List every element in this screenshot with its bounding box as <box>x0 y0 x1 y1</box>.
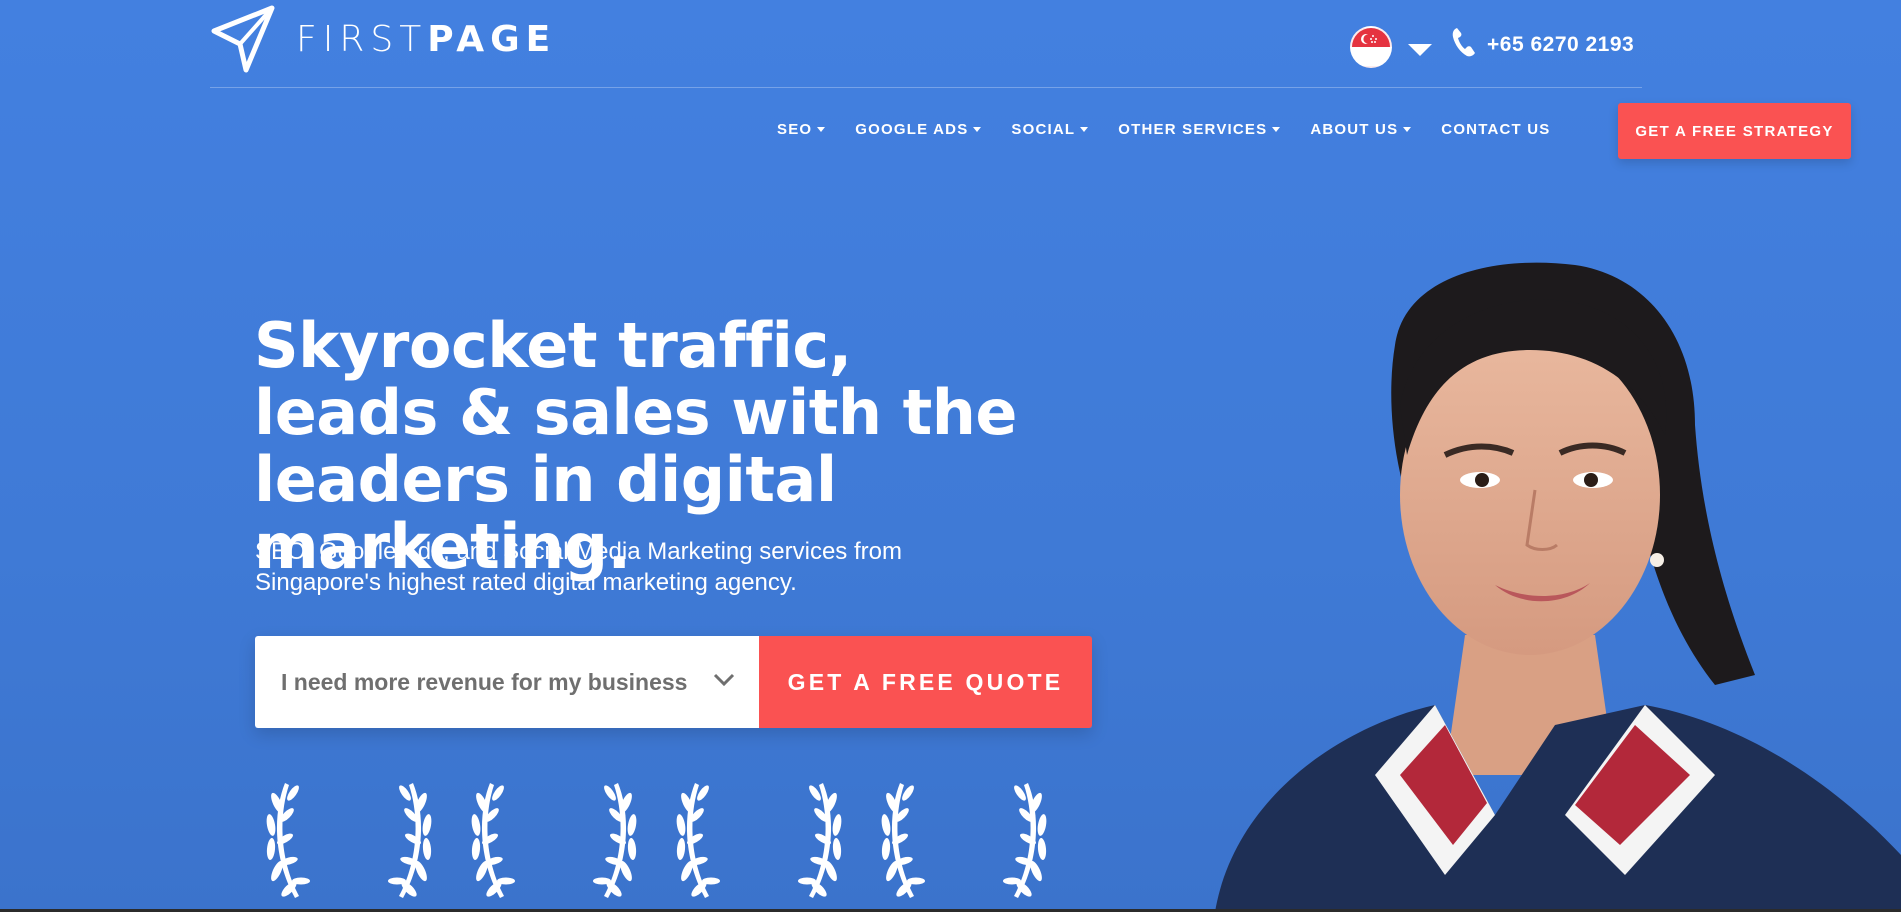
country-selector[interactable] <box>1350 26 1432 68</box>
chevron-down-icon <box>1408 44 1432 56</box>
phone-link[interactable]: +65 6270 2193 <box>1451 26 1634 63</box>
paper-plane-icon <box>210 4 278 74</box>
logo-light-text: FIRST <box>296 18 428 60</box>
laurel-wreath-icon <box>266 783 432 898</box>
nav-item-label: OTHER SERVICES <box>1118 121 1268 138</box>
goal-select[interactable]: I need more revenue for my business <box>255 636 759 728</box>
nav-item-label: CONTACT US <box>1441 121 1551 138</box>
award-badge <box>665 763 853 912</box>
get-free-quote-button[interactable]: GET A FREE QUOTE <box>759 636 1092 728</box>
award-badge <box>460 763 648 912</box>
phone-icon <box>1451 26 1477 63</box>
chevron-down-icon <box>713 673 735 692</box>
nav-item-label: SEO <box>777 121 813 138</box>
caret-down-icon <box>817 127 826 132</box>
hero-subtitle: SEO, Google Ads, and Social Media Market… <box>255 538 902 596</box>
logo-wordmark: FIRSTPAGE <box>296 19 556 60</box>
laurel-wreath-icon <box>676 783 842 898</box>
laurel-wreath-icon <box>471 783 637 898</box>
spokesperson-photo <box>1215 262 1901 912</box>
nav-item-google-ads[interactable]: GOOGLE ADS <box>855 121 982 138</box>
phone-number: +65 6270 2193 <box>1487 32 1635 56</box>
quote-form: I need more revenue for my business GET … <box>255 636 1092 728</box>
award-badge <box>870 763 1058 912</box>
nav-items: SEO GOOGLE ADS SOCIAL OTHER SERVICES ABOUT U… <box>777 121 1581 138</box>
top-bar: FIRSTPAGE +65 6270 2193 SEO GOOGLE ADS SOC… <box>210 0 1851 159</box>
nav-item-social[interactable]: SOCIAL <box>1011 121 1089 138</box>
nav-item-label: SOCIAL <box>1011 121 1076 138</box>
caret-down-icon <box>1080 127 1089 132</box>
main-nav: SEO GOOGLE ADS SOCIAL OTHER SERVICES ABOUT U… <box>210 103 1851 161</box>
nav-item-other-services[interactable]: OTHER SERVICES <box>1118 121 1281 138</box>
laurel-wreath-icon <box>881 783 1047 898</box>
award-badge <box>255 763 443 912</box>
nav-item-seo[interactable]: SEO <box>777 121 826 138</box>
logo-bold-text: PAGE <box>427 18 557 60</box>
nav-item-label: ABOUT US <box>1310 121 1399 138</box>
nav-item-contact-us[interactable]: CONTACT US <box>1441 121 1550 138</box>
get-free-strategy-button[interactable]: GET A FREE STRATEGY <box>1618 103 1851 159</box>
caret-down-icon <box>973 127 982 132</box>
nav-item-label: GOOGLE ADS <box>855 121 969 138</box>
goal-select-value: I need more revenue for my business <box>281 668 688 695</box>
awards-row <box>255 763 1075 912</box>
caret-down-icon <box>1403 127 1412 132</box>
singapore-flag-icon <box>1350 26 1392 68</box>
caret-down-icon <box>1272 127 1281 132</box>
nav-item-about-us[interactable]: ABOUT US <box>1310 121 1412 138</box>
firstpage-logo[interactable]: FIRSTPAGE <box>210 4 556 74</box>
